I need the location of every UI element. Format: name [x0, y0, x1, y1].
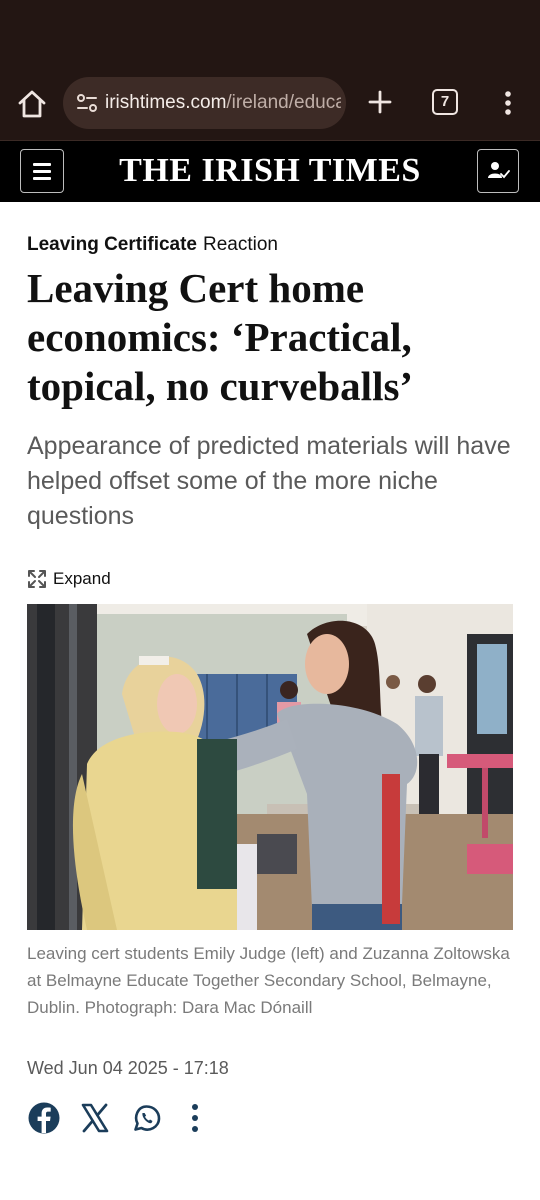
article-type-label: Reaction: [203, 234, 278, 255]
share-facebook-button[interactable]: [27, 1101, 61, 1140]
more-vertical-icon: [192, 1104, 198, 1132]
site-header: THE IRISH TIMES: [0, 141, 540, 202]
home-button[interactable]: [14, 86, 50, 122]
share-whatsapp-button[interactable]: [130, 1101, 162, 1140]
site-logo[interactable]: THE IRISH TIMES: [72, 147, 468, 195]
publish-date: Wed Jun 04 2025 - 17:18: [27, 1058, 229, 1078]
url-text[interactable]: irishtimes.com/ireland/educa: [105, 91, 341, 115]
article-headline: Leaving Cert home economics: ‘Practical,…: [27, 265, 414, 409]
expand-image-button[interactable]: Expand: [27, 567, 111, 591]
article-kicker: Leaving Certificate Reaction: [27, 233, 278, 257]
x-icon: [81, 1103, 109, 1133]
article-standfirst: Appearance of predicted materials will h…: [27, 432, 511, 530]
share-x-button[interactable]: [80, 1101, 110, 1140]
new-tab-button[interactable]: [364, 86, 396, 118]
tab-count: 7: [440, 93, 450, 110]
account-button[interactable]: [477, 149, 519, 193]
url-path: /ireland/educa: [226, 92, 341, 113]
photo-caption: Leaving cert students Emily Judge (left)…: [27, 944, 510, 1017]
tab-switcher-button[interactable]: 7: [432, 89, 458, 115]
address-bar[interactable]: irishtimes.com/ireland/educa: [63, 77, 346, 129]
user-check-icon: [488, 162, 510, 179]
home-icon: [18, 90, 46, 118]
status-bar: [0, 0, 540, 66]
share-more-button[interactable]: [187, 1101, 203, 1140]
section-link[interactable]: Leaving Certificate: [27, 234, 197, 255]
expand-label: Expand: [53, 569, 111, 588]
url-domain: irishtimes.com: [105, 92, 227, 113]
plus-icon: [368, 90, 392, 114]
photo-students-embracing: [27, 604, 513, 930]
expand-icon: [28, 570, 46, 588]
facebook-icon: [28, 1102, 60, 1134]
browser-menu-button[interactable]: [496, 88, 520, 118]
whatsapp-icon: [134, 1105, 161, 1131]
site-settings-icon[interactable]: [75, 91, 99, 115]
more-vertical-icon: [505, 91, 511, 115]
menu-button[interactable]: [20, 149, 64, 193]
article-photo[interactable]: [27, 604, 513, 930]
